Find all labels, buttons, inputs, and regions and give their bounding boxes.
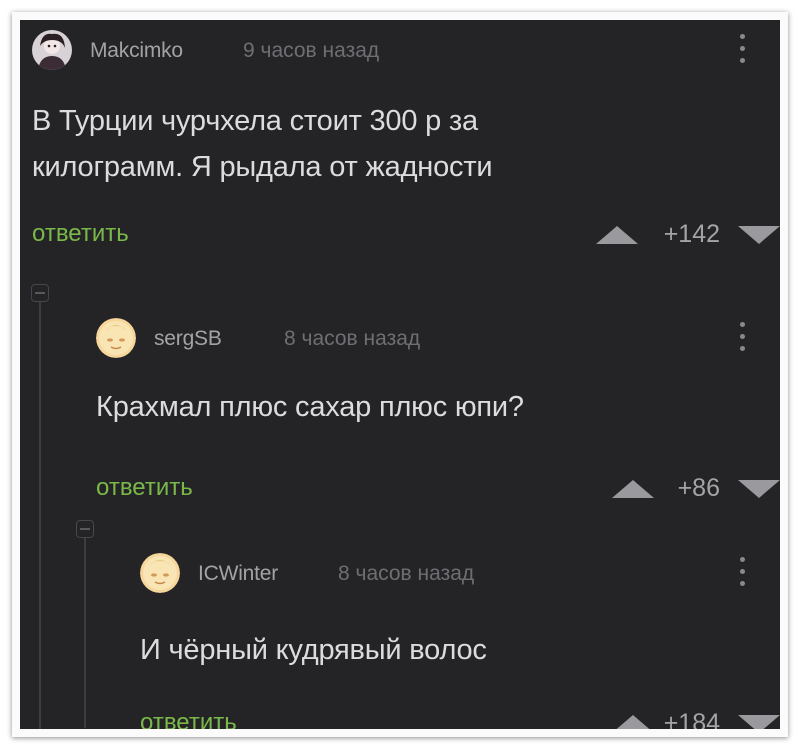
downvote-icon[interactable] — [738, 715, 780, 729]
score: +184 — [663, 709, 720, 729]
username[interactable]: ICWinter — [198, 562, 278, 586]
collapse-thread-button[interactable] — [76, 520, 94, 538]
comment-text: В Турции чурчхела стоит 300 р за килогра… — [32, 105, 493, 183]
rating-controls: +142 — [580, 214, 780, 254]
downvote-icon[interactable] — [738, 226, 780, 244]
comment-header: sergSB 8 часов назад — [62, 308, 780, 368]
avatar[interactable] — [140, 553, 180, 593]
comment-header: Makcimko 9 часов назад — [20, 20, 780, 80]
timestamp: 8 часов назад — [338, 562, 475, 585]
reply-link[interactable]: ответить — [96, 474, 193, 502]
avatar[interactable] — [32, 30, 72, 70]
comment-header: ICWinter 8 часов назад — [106, 543, 780, 603]
comment-text: Крахмал плюс сахар плюс юпи? — [96, 391, 524, 423]
thread-line — [39, 302, 41, 729]
reply-link[interactable]: ответить — [140, 709, 237, 729]
score: +142 — [663, 220, 720, 248]
upvote-icon[interactable] — [596, 226, 638, 244]
screenshot-frame: Makcimko 9 часов назад В Турции чурчхела… — [12, 12, 788, 737]
comment-text: И чёрный кудрявый волос — [140, 634, 487, 666]
more-options-icon[interactable] — [740, 557, 746, 591]
rating-controls: +86 — [580, 468, 780, 508]
collapse-thread-button[interactable] — [31, 284, 49, 302]
username[interactable]: Makcimko — [90, 39, 183, 63]
reply-link[interactable]: ответить — [32, 220, 129, 248]
more-options-icon[interactable] — [740, 34, 746, 68]
avatar[interactable] — [96, 318, 136, 358]
username[interactable]: sergSB — [154, 327, 222, 351]
timestamp: 8 часов назад — [284, 327, 421, 350]
more-options-icon[interactable] — [740, 322, 746, 356]
score: +86 — [677, 474, 720, 502]
timestamp: 9 часов назад — [243, 39, 380, 62]
rating-controls: +184 — [580, 703, 780, 729]
thread-line — [84, 538, 86, 728]
comments-thread: Makcimko 9 часов назад В Турции чурчхела… — [20, 20, 780, 729]
downvote-icon[interactable] — [738, 480, 780, 498]
